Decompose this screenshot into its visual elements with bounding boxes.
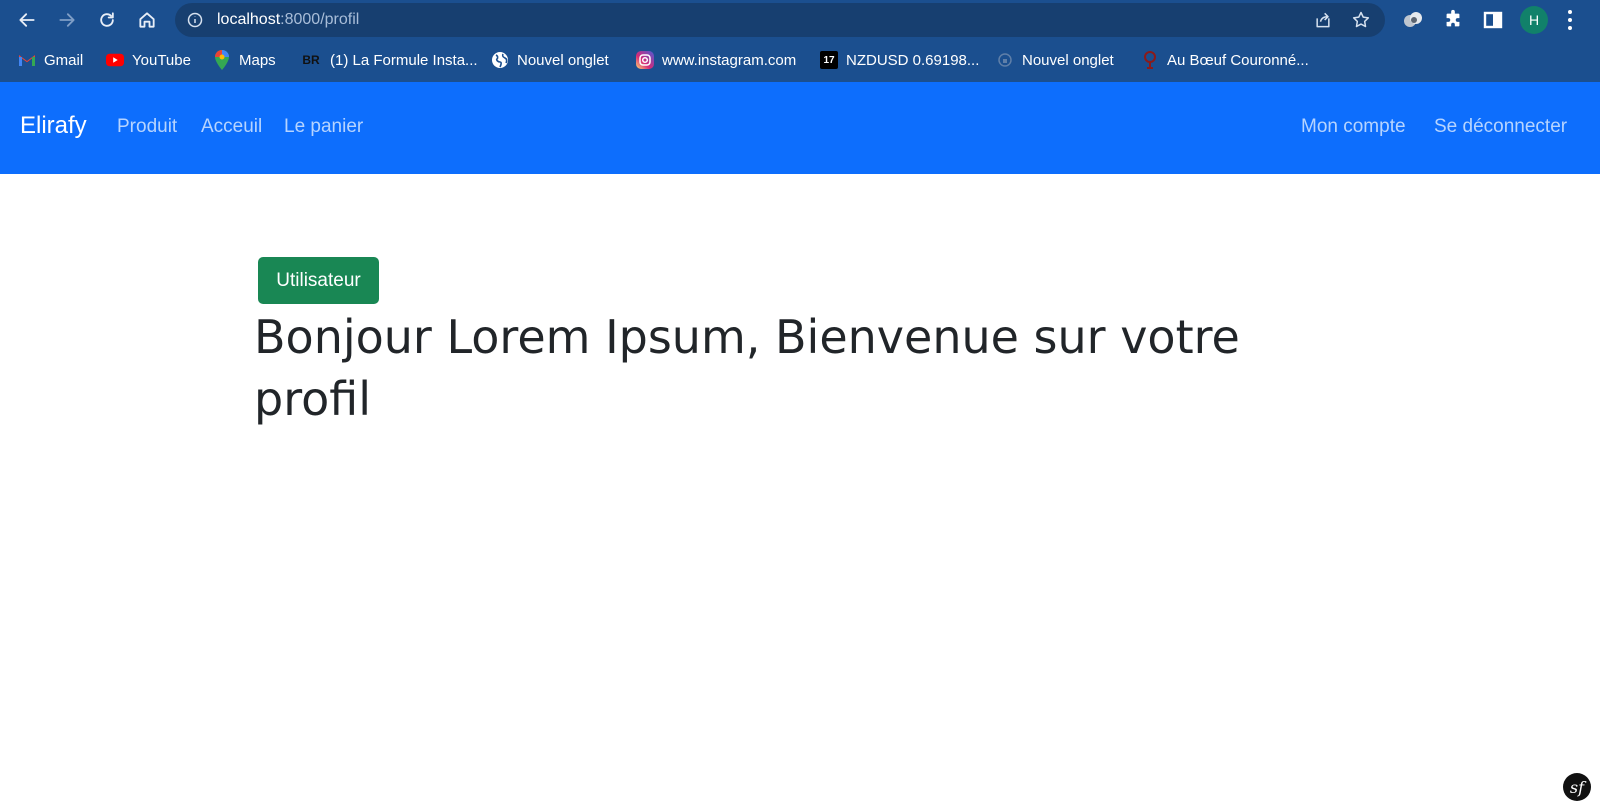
page-icon [996, 51, 1014, 69]
bookmark-nouvel-onglet-1[interactable]: Nouvel onglet [491, 48, 609, 72]
bookmark-la-formule[interactable]: BR (1) La Formule Insta... [300, 48, 478, 72]
nav-link-le-panier[interactable]: Le panier [284, 116, 363, 138]
reload-button[interactable] [91, 4, 123, 36]
side-panel-icon[interactable] [1482, 9, 1504, 31]
bookmark-label: Nouvel onglet [1022, 51, 1114, 69]
nav-link-acceuil[interactable]: Acceuil [201, 116, 262, 138]
extensions-puzzle-icon[interactable] [1442, 9, 1464, 31]
home-icon [139, 12, 155, 28]
symfony-toolbar-icon[interactable]: sf [1563, 773, 1591, 801]
bookmark-youtube[interactable]: YouTube [106, 48, 191, 72]
bookmark-label: NZDUSD 0.69198... [846, 51, 980, 69]
instagram-icon [636, 51, 654, 69]
bookmark-star-icon[interactable] [1351, 10, 1371, 30]
nav-link-mon-compte[interactable]: Mon compte [1301, 116, 1406, 138]
back-button[interactable] [11, 4, 43, 36]
address-bar[interactable]: localhost:8000/profil [175, 3, 1385, 37]
br-icon: BR [302, 53, 320, 67]
browser-chrome: localhost:8000/profil H Gmail YouTube Ma… [0, 0, 1600, 82]
bookmark-instagram[interactable]: www.instagram.com [636, 48, 796, 72]
profile-avatar[interactable]: H [1520, 6, 1548, 34]
bookmark-maps[interactable]: Maps [213, 48, 276, 72]
bookmark-gmail[interactable]: Gmail [18, 48, 83, 72]
page-title: Bonjour Lorem Ipsum, Bienvenue sur votre… [254, 310, 1240, 426]
home-button[interactable] [131, 4, 163, 36]
forward-button[interactable] [51, 4, 83, 36]
browser-toolbar: localhost:8000/profil H [0, 0, 1600, 40]
user-role-button[interactable]: Utilisateur [258, 257, 379, 304]
nav-link-produit[interactable]: Produit [117, 116, 177, 138]
back-arrow-icon [19, 13, 35, 27]
bookmark-nzdusd[interactable]: 17 NZDUSD 0.69198... [820, 48, 979, 72]
maps-icon [213, 50, 231, 70]
browser-menu-icon[interactable] [1564, 8, 1576, 32]
bookmark-label: www.instagram.com [662, 51, 797, 69]
bookmark-label: Gmail [44, 51, 84, 69]
extension-avatar-icon[interactable] [1402, 9, 1424, 31]
bookmark-label: (1) La Formule Insta... [330, 51, 478, 69]
bookmark-label: Nouvel onglet [517, 51, 609, 69]
forward-arrow-icon [59, 13, 75, 27]
reload-icon [100, 12, 114, 27]
bookmarks-bar: Gmail YouTube Maps BR (1) La Formule Ins… [0, 44, 1600, 76]
tradingview-icon: 17 [820, 51, 838, 69]
bookmark-au-boeuf[interactable]: Au Bœuf Couronné... [1141, 48, 1309, 72]
url-text[interactable]: localhost:8000/profil [217, 11, 359, 29]
bookmark-label: YouTube [132, 51, 191, 69]
nav-link-se-deconnecter[interactable]: Se déconnecter [1434, 116, 1567, 138]
share-icon[interactable] [1313, 10, 1333, 30]
bookmark-label: Au Bœuf Couronné... [1167, 51, 1309, 69]
site-info-icon[interactable] [187, 12, 203, 28]
crown-icon [1141, 51, 1159, 69]
bookmark-label: Maps [239, 51, 276, 69]
bookmark-nouvel-onglet-2[interactable]: Nouvel onglet [996, 48, 1114, 72]
site-navbar: Elirafy Produit Acceuil Le panier Mon co… [0, 82, 1600, 174]
gmail-icon [18, 51, 36, 69]
brand-logo[interactable]: Elirafy [20, 112, 87, 140]
globe-icon [491, 51, 509, 69]
youtube-icon [106, 51, 124, 69]
